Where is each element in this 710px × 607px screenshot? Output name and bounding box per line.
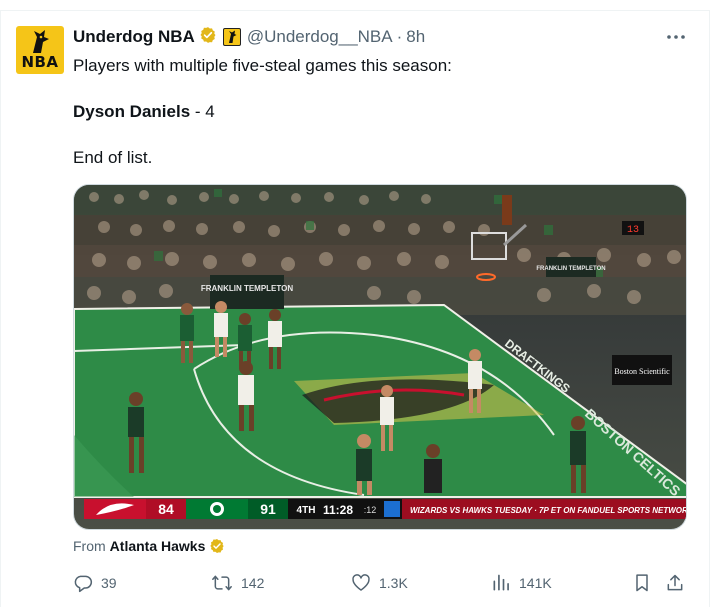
views-icon (493, 574, 509, 591)
affiliate-badge-icon[interactable] (222, 28, 241, 46)
header-separator: · (396, 27, 403, 46)
video-frame: FRANKLIN TEMPLETON FRANKLIN TEMPLETON Bo… (74, 185, 687, 529)
heart-icon (352, 574, 370, 591)
tweet-video[interactable]: FRANKLIN TEMPLETON FRANKLIN TEMPLETON Bo… (73, 184, 687, 530)
author-name[interactable]: Underdog NBA (73, 27, 195, 47)
avatar-nba-text: NBA (21, 53, 59, 71)
source-verified-icon (210, 539, 225, 553)
franklin-banner-left: FRANKLIN TEMPLETON (201, 284, 294, 293)
shot-clock: :12 (364, 505, 377, 515)
scoreboard-bar: 84 91 4TH 11:28 :12 WIZARDS VS HAWKS TUE… (84, 499, 687, 519)
timeline-left-border (0, 10, 1, 607)
reply-button[interactable]: 39 (73, 570, 117, 596)
timeline-top-border (0, 10, 710, 11)
view-count: 141K (519, 575, 552, 591)
more-options-button[interactable] (664, 26, 688, 48)
bookmark-icon (636, 574, 648, 592)
bookmark-button[interactable] (633, 570, 659, 596)
crowd (74, 185, 686, 315)
reply-count: 39 (101, 575, 117, 591)
retweet-button[interactable]: 142 (211, 570, 264, 596)
home-score: 91 (260, 501, 276, 517)
shot-clock-display: 13 (627, 225, 639, 236)
tweet-text-line-3: End of list. (73, 148, 153, 167)
tweet-timestamp[interactable]: 8h (406, 27, 425, 47)
author-handle[interactable]: @Underdog__NBA (247, 27, 393, 47)
network-logo-icon (384, 501, 400, 517)
share-button[interactable] (665, 570, 693, 596)
referee (424, 444, 442, 493)
game-quarter: 4TH (297, 505, 316, 516)
tweet-actions-bar: 39 142 1.3K 141K (73, 570, 687, 596)
player-name: Dyson Daniels (73, 102, 191, 121)
media-source: From Atlanta Hawks (73, 538, 225, 554)
away-score: 84 (158, 501, 174, 517)
retweet-icon (212, 575, 232, 591)
like-button[interactable]: 1.3K (351, 570, 408, 596)
game-clock: 11:28 (323, 503, 353, 517)
from-source-account[interactable]: Atlanta Hawks (110, 538, 206, 554)
franklin-banner-right: FRANKLIN TEMPLETON (536, 266, 605, 272)
from-label: From (73, 538, 106, 554)
like-count: 1.3K (379, 575, 408, 591)
tweet-text-line-1: Players with multiple five-steal games t… (73, 56, 452, 75)
promo-ticker: WIZARDS VS HAWKS TUESDAY · 7P ET ON FAND… (410, 506, 687, 515)
sponsor-sign: Boston Scientific (614, 367, 670, 376)
share-icon (667, 574, 683, 591)
tweet-header: Underdog NBA @Underdog__NBA · 8h (73, 26, 425, 48)
reply-icon (74, 575, 93, 593)
underdog-logo-icon (33, 30, 49, 53)
more-dots-icon (667, 35, 685, 39)
retweet-count: 142 (241, 575, 265, 591)
author-avatar[interactable]: NBA (16, 26, 64, 74)
player-count: - 4 (190, 102, 215, 121)
tweet-text-line-2: Dyson Daniels - 4 (73, 102, 215, 122)
views-button[interactable]: 141K (491, 570, 552, 596)
verified-badge-icon (199, 26, 217, 49)
